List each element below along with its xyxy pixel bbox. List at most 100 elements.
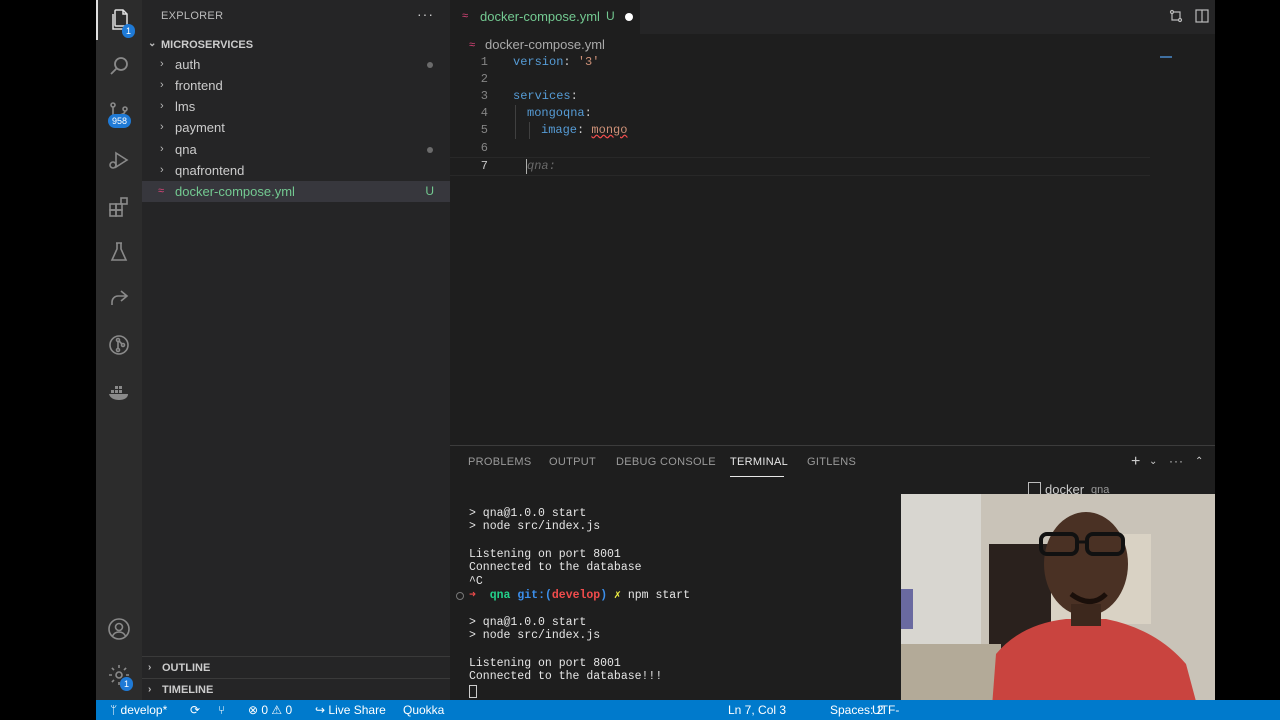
chevron-right-icon: › [160,58,164,70]
sync-icon[interactable]: ⟳ [190,703,200,717]
branch-indicator[interactable]: ᛘ develop* [110,703,167,717]
tab-problems[interactable]: PROBLEMS [468,456,532,468]
tab-debug-console[interactable]: DEBUG CONSOLE [616,456,716,468]
modified-dot-icon [427,147,433,153]
line-number: 2 [480,72,488,86]
docker-icon[interactable] [96,372,142,412]
prompt-git: git:( [517,589,552,602]
chevron-down-icon[interactable]: ⌄ [1149,456,1157,467]
prompt-dir: qna [489,589,511,602]
tree-item-label: auth [175,57,201,72]
unsaved-dot-icon[interactable] [625,13,633,21]
code-line[interactable]: 5 image: mongo [450,122,1215,139]
yaml-sep: : [563,55,578,69]
tree-item-lms[interactable]: › lms [142,96,450,117]
tab-output[interactable]: OUTPUT [549,456,596,468]
more-actions-icon[interactable]: ··· [1169,454,1184,468]
gitlens-icon[interactable] [96,325,142,365]
tree-item-frontend[interactable]: › frontend [142,75,450,96]
gitlens-graph-icon[interactable]: ⑂ [218,703,225,717]
chevron-right-icon: › [160,100,164,112]
problems-indicator[interactable]: ⊗ 0 ⚠ 0 [248,703,292,717]
account-icon[interactable] [96,609,142,649]
webcam-overlay [901,494,1215,720]
code-line[interactable]: 2 [450,71,1215,88]
search-icon[interactable] [96,46,142,86]
chevron-right-icon: › [148,684,152,695]
terminal-output-line: Connected to the database!!! [469,670,663,683]
yaml-file-icon: ≈ [158,185,165,197]
explorer-icon[interactable]: 1 [96,0,144,40]
chevron-up-icon[interactable]: ⌃ [1195,456,1203,467]
chevron-right-icon: › [160,164,164,176]
explorer-badge: 1 [122,24,136,38]
tree-item-label: qna [175,142,197,157]
code-line[interactable]: 6 [450,140,1215,157]
terminal-output-line: Connected to the database [469,561,642,574]
live-share-icon[interactable] [96,278,142,318]
yaml-key: version [513,55,564,69]
open-changes-icon[interactable] [1168,8,1184,24]
activity-bar: 1 958 1 [96,0,142,700]
chevron-right-icon: › [160,121,164,133]
yaml-file-icon: ≈ [462,10,469,22]
terminal-output-line: > qna@1.0.0 start [469,507,587,520]
settings-gear-icon[interactable]: 1 [96,655,142,695]
workspace-folder-header[interactable]: ⌄ MICROSERVICES [142,35,450,55]
chevron-right-icon: › [160,79,164,91]
testing-icon[interactable] [96,232,142,272]
error-count: 0 [261,703,269,717]
tree-item-payment[interactable]: › payment [142,117,450,138]
prompt-arrow: ➜ [469,589,476,602]
tree-item-auth[interactable]: › auth [142,54,450,75]
outline-section[interactable]: › OUTLINE [142,656,450,679]
error-icon: ⊗ [248,703,262,717]
tree-item-docker-compose[interactable]: ≈ docker-compose.yml U [142,181,450,202]
terminal-prompt-line: ➜ qna git:(develop) ✗ npm start [469,589,690,602]
tab-gitlens[interactable]: GITLENS [807,456,856,468]
more-actions-icon[interactable]: ··· [417,6,434,22]
tree-item-qna[interactable]: › qna [142,139,450,160]
yaml-key: image [541,123,578,137]
split-editor-icon[interactable] [1194,8,1210,24]
modified-dot-icon [427,62,433,68]
yaml-sep: : [577,123,592,137]
explorer-sidebar: EXPLORER ··· ⌄ MICROSERVICES › auth › fr… [142,0,450,700]
code-line[interactable]: 1 version: '3' [450,54,1215,71]
editor-tab-bar: ≈ docker-compose.yml U [450,0,1215,34]
yaml-file-icon: ≈ [469,39,476,51]
prompt-branch: develop [551,589,601,602]
status-bar: ᛘ develop* ⟳ ⑂ ⊗ 0 ⚠ 0 ↪ Live Share Quok… [96,700,1280,720]
line-number: 4 [480,106,488,120]
code-line-current[interactable]: 7 qna: [450,157,1150,176]
timeline-label: TIMELINE [162,684,214,696]
code-line[interactable]: 3 services: [450,88,1215,105]
indent-guide [515,105,516,122]
quokka-button[interactable]: Quokka [403,703,444,717]
webcam-presenter-image [901,494,1215,720]
run-debug-icon[interactable] [96,140,142,180]
tree-item-label: frontend [175,78,223,93]
line-number: 3 [480,89,488,103]
chevron-right-icon: › [160,143,164,155]
tab-terminal[interactable]: TERMINAL [730,456,788,468]
tab-label: docker-compose.yml [480,9,600,24]
timeline-section[interactable]: › TIMELINE [142,678,450,701]
new-terminal-icon[interactable]: + [1131,453,1140,471]
cursor-position[interactable]: Ln 7, Col 3 [728,703,786,717]
code-line[interactable]: 4 mongoqna: [450,105,1215,122]
tree-item-label: lms [175,99,196,114]
tree-item-label: qnafrontend [175,163,245,178]
source-control-badge: 958 [108,114,132,128]
command-decoration-icon[interactable] [456,592,464,600]
breadcrumb[interactable]: docker-compose.yml [485,37,605,52]
warning-count: 0 [285,703,293,717]
extensions-icon[interactable] [96,187,142,227]
source-control-icon[interactable]: 958 [96,92,142,132]
live-share-button[interactable]: ↪ Live Share [315,703,386,717]
terminal-output-line: > node src/index.js [469,520,601,533]
tree-item-qnafrontend[interactable]: › qnafrontend [142,160,450,181]
git-branch-icon: ᛘ [110,703,121,717]
tab-docker-compose[interactable]: ≈ docker-compose.yml U [450,0,640,34]
encoding[interactable]: UTF- [872,703,899,717]
